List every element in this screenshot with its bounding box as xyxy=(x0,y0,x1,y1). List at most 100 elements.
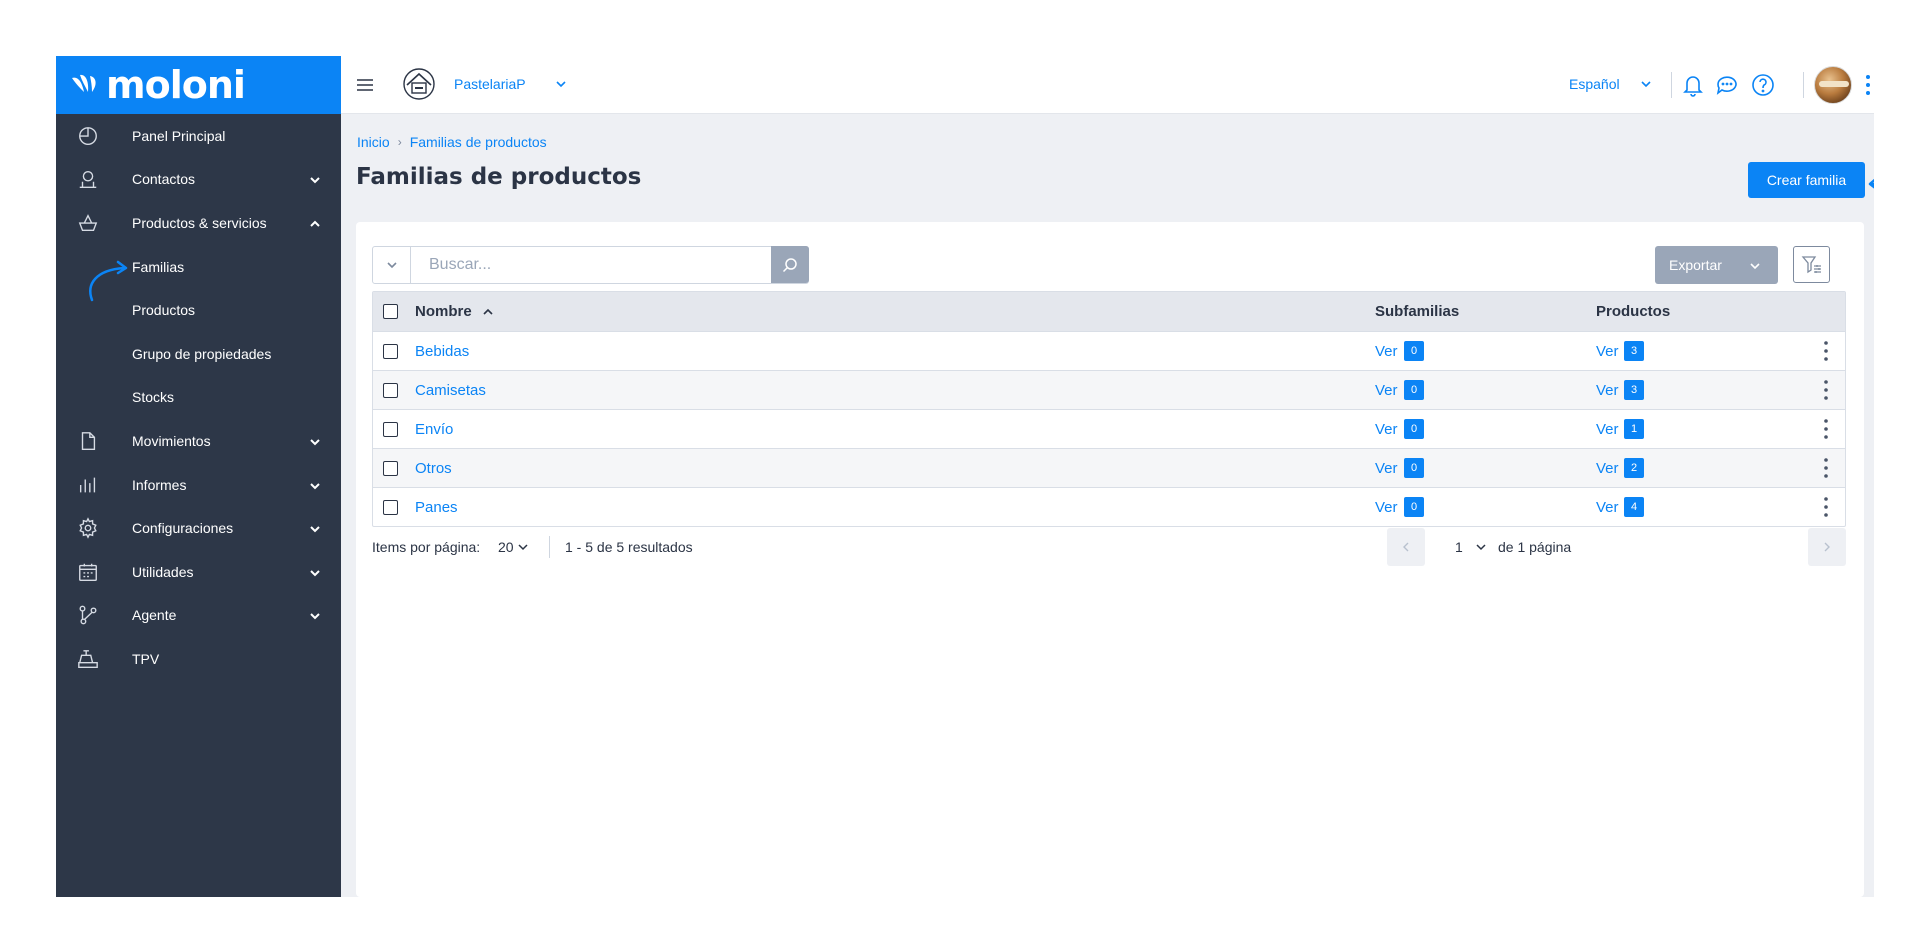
view-products-link[interactable]: Ver xyxy=(1596,421,1619,438)
products-count-badge: 3 xyxy=(1624,380,1644,400)
row-checkbox[interactable] xyxy=(383,460,398,476)
row-checkbox[interactable] xyxy=(383,382,398,398)
row-checkbox[interactable] xyxy=(383,499,398,515)
sidebar-item-informes[interactable]: Informes xyxy=(56,463,341,507)
company-logo-icon xyxy=(403,68,435,100)
export-button[interactable]: Exportar xyxy=(1655,246,1778,284)
contacts-icon xyxy=(76,167,100,191)
previous-page-button[interactable] xyxy=(1387,528,1425,566)
search-bar xyxy=(372,246,809,284)
subfamilies-count-badge: 0 xyxy=(1404,419,1424,439)
moloni-logo-icon xyxy=(72,74,96,92)
row-actions-icon[interactable] xyxy=(1823,340,1829,362)
family-name-link[interactable]: Envío xyxy=(415,421,453,438)
row-actions-icon[interactable] xyxy=(1823,418,1829,440)
search-button[interactable] xyxy=(771,246,809,283)
search-input[interactable] xyxy=(411,247,771,283)
family-name-link[interactable]: Panes xyxy=(415,499,458,516)
subfamilies-count-badge: 0 xyxy=(1404,458,1424,478)
sidebar-item-panel-principal[interactable]: Panel Principal xyxy=(56,114,341,158)
sidebar-item-utilidades[interactable]: Utilidades xyxy=(56,550,341,594)
view-products-link[interactable]: Ver xyxy=(1596,460,1619,477)
family-name-link[interactable]: Camisetas xyxy=(415,382,486,399)
page-number-select[interactable]: 1 xyxy=(1455,539,1463,555)
hamburger-menu-icon[interactable] xyxy=(355,75,375,95)
view-products-link[interactable]: Ver xyxy=(1596,382,1619,399)
view-products-link[interactable]: Ver xyxy=(1596,499,1619,516)
select-all-checkbox[interactable] xyxy=(383,304,398,319)
chevron-down-icon xyxy=(386,262,397,269)
row-actions-icon[interactable] xyxy=(1823,379,1829,401)
search-filter-dropdown[interactable] xyxy=(373,247,411,283)
brand-logo-text: moloni xyxy=(106,63,246,107)
network-icon xyxy=(76,603,100,627)
chevron-down-icon[interactable] xyxy=(1640,78,1652,90)
family-name-link[interactable]: Otros xyxy=(415,460,452,477)
divider xyxy=(1671,72,1672,98)
divider xyxy=(549,536,550,558)
next-page-button[interactable] xyxy=(1808,528,1846,566)
row-checkbox[interactable] xyxy=(383,343,398,359)
sidebar-item-tpv[interactable]: TPV xyxy=(56,637,341,681)
sidebar-item-agente[interactable]: Agente xyxy=(56,594,341,638)
table-row: Camisetas Ver 0 Ver 3 xyxy=(373,370,1845,409)
help-icon[interactable] xyxy=(1750,72,1776,98)
basket-icon xyxy=(76,211,100,235)
sidebar-item-productos-servicios[interactable]: Productos & servicios xyxy=(56,201,341,245)
view-subfamilies-link[interactable]: Ver xyxy=(1375,499,1398,516)
more-options-icon[interactable] xyxy=(1865,72,1871,98)
sidebar-item-movimientos[interactable]: Movimientos xyxy=(56,419,341,463)
view-subfamilies-link[interactable]: Ver xyxy=(1375,343,1398,360)
column-filter-button[interactable] xyxy=(1793,246,1830,283)
sidebar-item-configuraciones[interactable]: Configuraciones xyxy=(56,506,341,550)
column-header-subfamilies: Subfamilias xyxy=(1375,303,1460,320)
sidebar-item-stocks[interactable]: Stocks xyxy=(56,376,341,420)
products-count-badge: 1 xyxy=(1624,419,1644,439)
items-per-page-select[interactable]: 20 xyxy=(498,539,514,555)
chevron-down-icon[interactable] xyxy=(555,78,567,90)
export-button-label: Exportar xyxy=(1669,257,1722,273)
table-row: Otros Ver 0 Ver 2 xyxy=(373,448,1845,487)
annotation-arrow-icon xyxy=(1868,178,1874,189)
chevron-down-icon xyxy=(309,522,321,534)
sidebar-item-label: Configuraciones xyxy=(132,520,234,537)
sidebar-item-contactos[interactable]: Contactos xyxy=(56,158,341,202)
sidebar-item-label: Agente xyxy=(132,607,177,624)
divider xyxy=(1803,72,1804,98)
chevron-right-icon xyxy=(1824,542,1830,552)
logo-bar[interactable]: moloni xyxy=(56,56,341,114)
page-title: Familias de productos xyxy=(356,164,642,190)
view-subfamilies-link[interactable]: Ver xyxy=(1375,460,1398,477)
pagination-bar: Items por página: 20 1 - 5 de 5 resultad… xyxy=(372,528,1846,566)
sidebar-item-label: Panel Principal xyxy=(132,127,226,144)
breadcrumb-current-link[interactable]: Familias de productos xyxy=(410,134,547,150)
table-row: Panes Ver 0 Ver 4 xyxy=(373,487,1845,526)
annotation-arrow-icon xyxy=(89,260,128,302)
families-table: Nombre Subfamilias Productos Bebidas Ver… xyxy=(372,291,1846,527)
row-actions-icon[interactable] xyxy=(1823,496,1829,518)
row-actions-icon[interactable] xyxy=(1823,457,1829,479)
chevron-down-icon[interactable] xyxy=(1476,542,1486,552)
sidebar-item-grupo-propiedades[interactable]: Grupo de propiedades xyxy=(56,332,341,376)
company-name[interactable]: PastelariaP xyxy=(454,76,526,92)
sidebar-item-label: Movimientos xyxy=(132,432,211,449)
view-subfamilies-link[interactable]: Ver xyxy=(1375,382,1398,399)
document-icon xyxy=(76,429,100,453)
create-family-button[interactable]: Crear familia xyxy=(1748,162,1865,198)
language-selector[interactable]: Español xyxy=(1569,76,1620,92)
view-subfamilies-link[interactable]: Ver xyxy=(1375,421,1398,438)
breadcrumb-home-link[interactable]: Inicio xyxy=(357,134,390,150)
bell-icon[interactable] xyxy=(1680,72,1706,98)
family-name-link[interactable]: Bebidas xyxy=(415,343,469,360)
row-checkbox[interactable] xyxy=(383,421,398,437)
sidebar: moloni Panel Principal Contactos Product… xyxy=(56,56,341,897)
avatar[interactable] xyxy=(1814,66,1852,104)
sidebar-item-label: Utilidades xyxy=(132,563,194,580)
view-products-link[interactable]: Ver xyxy=(1596,343,1619,360)
subfamilies-count-badge: 0 xyxy=(1404,341,1424,361)
chevron-down-icon xyxy=(309,609,321,621)
chevron-down-icon[interactable] xyxy=(518,542,528,552)
column-header-name[interactable]: Nombre xyxy=(415,303,494,320)
chat-icon[interactable] xyxy=(1714,72,1740,98)
subfamilies-count-badge: 0 xyxy=(1404,497,1424,517)
